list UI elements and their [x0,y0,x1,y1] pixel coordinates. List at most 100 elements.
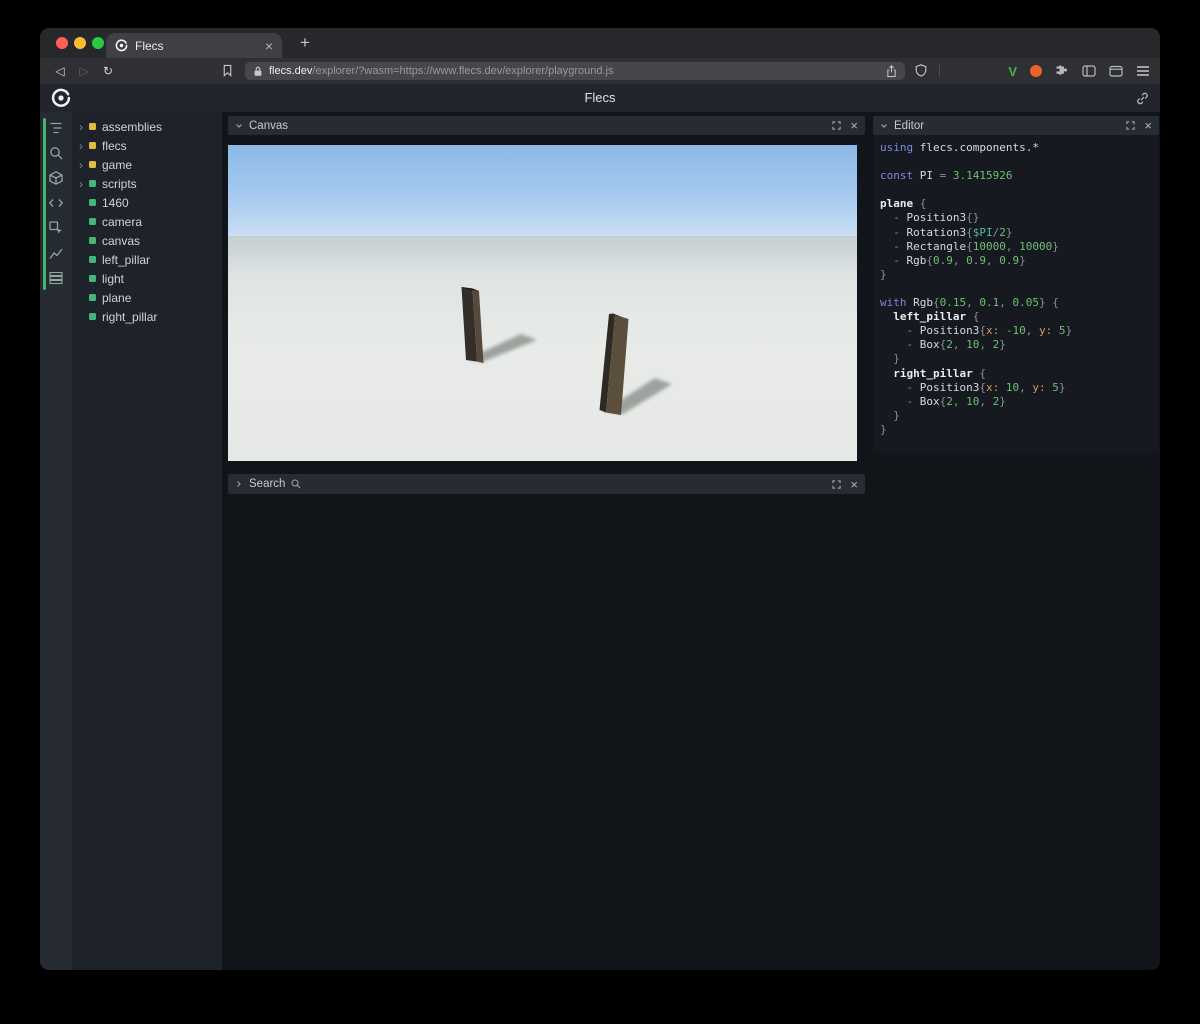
query-tree-icon[interactable] [48,120,64,136]
entity-tree: › assemblies › flecs › game › scripts 1460 camera… [72,112,222,970]
browser-tab-flecs[interactable]: Flecs × [106,33,282,58]
entity-square-icon [89,313,96,320]
url-text: flecs.dev/explorer/?wasm=https://www.fle… [269,65,614,77]
module-square-icon [89,161,96,168]
lock-icon [254,66,262,76]
orange-extension-icon[interactable] [1030,65,1042,77]
inspect-cursor-icon[interactable] [48,220,64,236]
reload-button[interactable]: ↻ [96,64,120,78]
close-icon[interactable]: × [850,119,858,132]
expand-icon[interactable] [1126,121,1136,130]
entity-square-icon [89,294,96,301]
chevron-down-icon[interactable] [880,122,888,130]
new-tab-button[interactable]: + [292,30,318,56]
code-line: - Position3{} [880,211,980,225]
code-line: - Position3{x: 10, y: 5} [880,380,1066,394]
window-minimize-button[interactable] [74,37,86,49]
code-line: } [880,267,887,281]
code-line: using flecs.components.* [880,141,1039,154]
screenshot-root: Flecs × + ◁ ▷ ↻ flecs.dev/explorer/?wasm… [0,0,1200,1024]
share-icon[interactable] [886,64,897,78]
tree-item-label: plane [102,290,132,305]
tree-item-scripts[interactable]: › scripts [72,174,222,193]
close-icon[interactable]: × [1144,119,1152,132]
tree-item-right_pillar[interactable]: right_pillar [72,307,222,326]
code-line: left_pillar { [880,310,980,324]
app-header: Flecs [40,84,1160,112]
tree-item-label: left_pillar [102,252,151,267]
extension-icons: V [1008,58,1150,84]
sidebar-toggle-icon[interactable] [1082,65,1096,77]
tree-item-label: canvas [102,233,141,248]
expand-chevron-icon[interactable]: › [79,121,89,133]
window-zoom-button[interactable] [92,37,104,49]
tree-item-label: game [102,157,133,172]
url-domain: flecs.dev [269,65,313,77]
tree-item-left_pillar[interactable]: left_pillar [72,250,222,269]
expand-chevron-icon[interactable]: › [79,159,89,171]
tree-item-1460[interactable]: 1460 [72,193,222,212]
tree-item-label: right_pillar [102,309,158,324]
expand-icon[interactable] [832,121,842,130]
shield-icon[interactable] [915,64,927,77]
main-area: Canvas × Search × Editor × using flecs.c… [222,112,1160,970]
app-body: › assemblies › flecs › game › scripts 1460 camera… [40,112,1160,970]
entities-cube-icon[interactable] [48,170,64,186]
tree-item-canvas[interactable]: canvas [72,231,222,250]
share-link-icon[interactable] [1136,92,1149,105]
expand-chevron-icon[interactable]: › [79,178,89,190]
code-line: plane { [880,197,927,211]
close-icon[interactable]: × [850,478,858,491]
code-line: - Box{2, 10, 2} [880,338,1006,352]
bookmarks-icon[interactable] [221,64,234,77]
expand-icon[interactable] [832,479,842,489]
browser-window: Flecs × + ◁ ▷ ↻ flecs.dev/explorer/?wasm… [40,28,1160,970]
v-extension-icon[interactable]: V [1008,64,1017,79]
tables-rows-icon[interactable] [48,270,64,286]
expand-chevron-icon[interactable]: › [79,140,89,152]
editor-code[interactable]: using flecs.components.* const PI = 3.14… [873,135,1159,453]
panel-title: Canvas [249,119,288,132]
canvas-3d-viewport[interactable] [228,145,857,461]
app-title: Flecs [584,90,616,105]
tree-item-plane[interactable]: plane [72,288,222,307]
code-icon[interactable] [48,195,64,211]
stats-chart-icon[interactable] [48,245,64,261]
tab-bar: Flecs × + [40,28,1160,58]
ground-plane [228,236,857,461]
menu-hamburger-icon[interactable] [1136,65,1150,77]
window-close-button[interactable] [56,37,68,49]
tree-item-label: 1460 [102,195,129,210]
tree-item-light[interactable]: light [72,269,222,288]
magnifier-icon [291,479,301,489]
tree-item-label: scripts [102,176,137,191]
canvas-panel-header[interactable]: Canvas × [228,116,865,135]
tab-close-icon[interactable]: × [265,39,273,53]
search-icon[interactable] [48,145,64,161]
sky [228,145,857,236]
forward-button[interactable]: ▷ [72,64,96,78]
back-button[interactable]: ◁ [48,64,72,78]
entity-square-icon [89,237,96,244]
editor-panel-header[interactable]: Editor × [873,116,1159,135]
strip-icons [40,120,72,286]
module-square-icon [89,123,96,130]
code-line: - Rectangle{10000, 10000} [880,239,1059,253]
tree-item-label: light [102,271,125,286]
tree-item-flecs[interactable]: › flecs [72,136,222,155]
tree-item-camera[interactable]: camera [72,212,222,231]
chevron-right-icon[interactable] [235,480,243,488]
wallet-icon[interactable] [1109,65,1123,77]
code-line: with Rgb{0.15, 0.1, 0.05} { [880,296,1059,310]
module-square-icon [89,142,96,149]
tree-item-game[interactable]: › game [72,155,222,174]
tree-item-label: flecs [102,138,127,153]
nav-buttons: ◁ ▷ ↻ [48,58,120,84]
extensions-puzzle-icon[interactable] [1055,64,1069,78]
search-panel-header[interactable]: Search × [228,474,865,494]
chevron-down-icon[interactable] [235,122,243,130]
tree-item-assemblies[interactable]: › assemblies [72,117,222,136]
address-bar[interactable]: flecs.dev/explorer/?wasm=https://www.fle… [245,62,905,80]
